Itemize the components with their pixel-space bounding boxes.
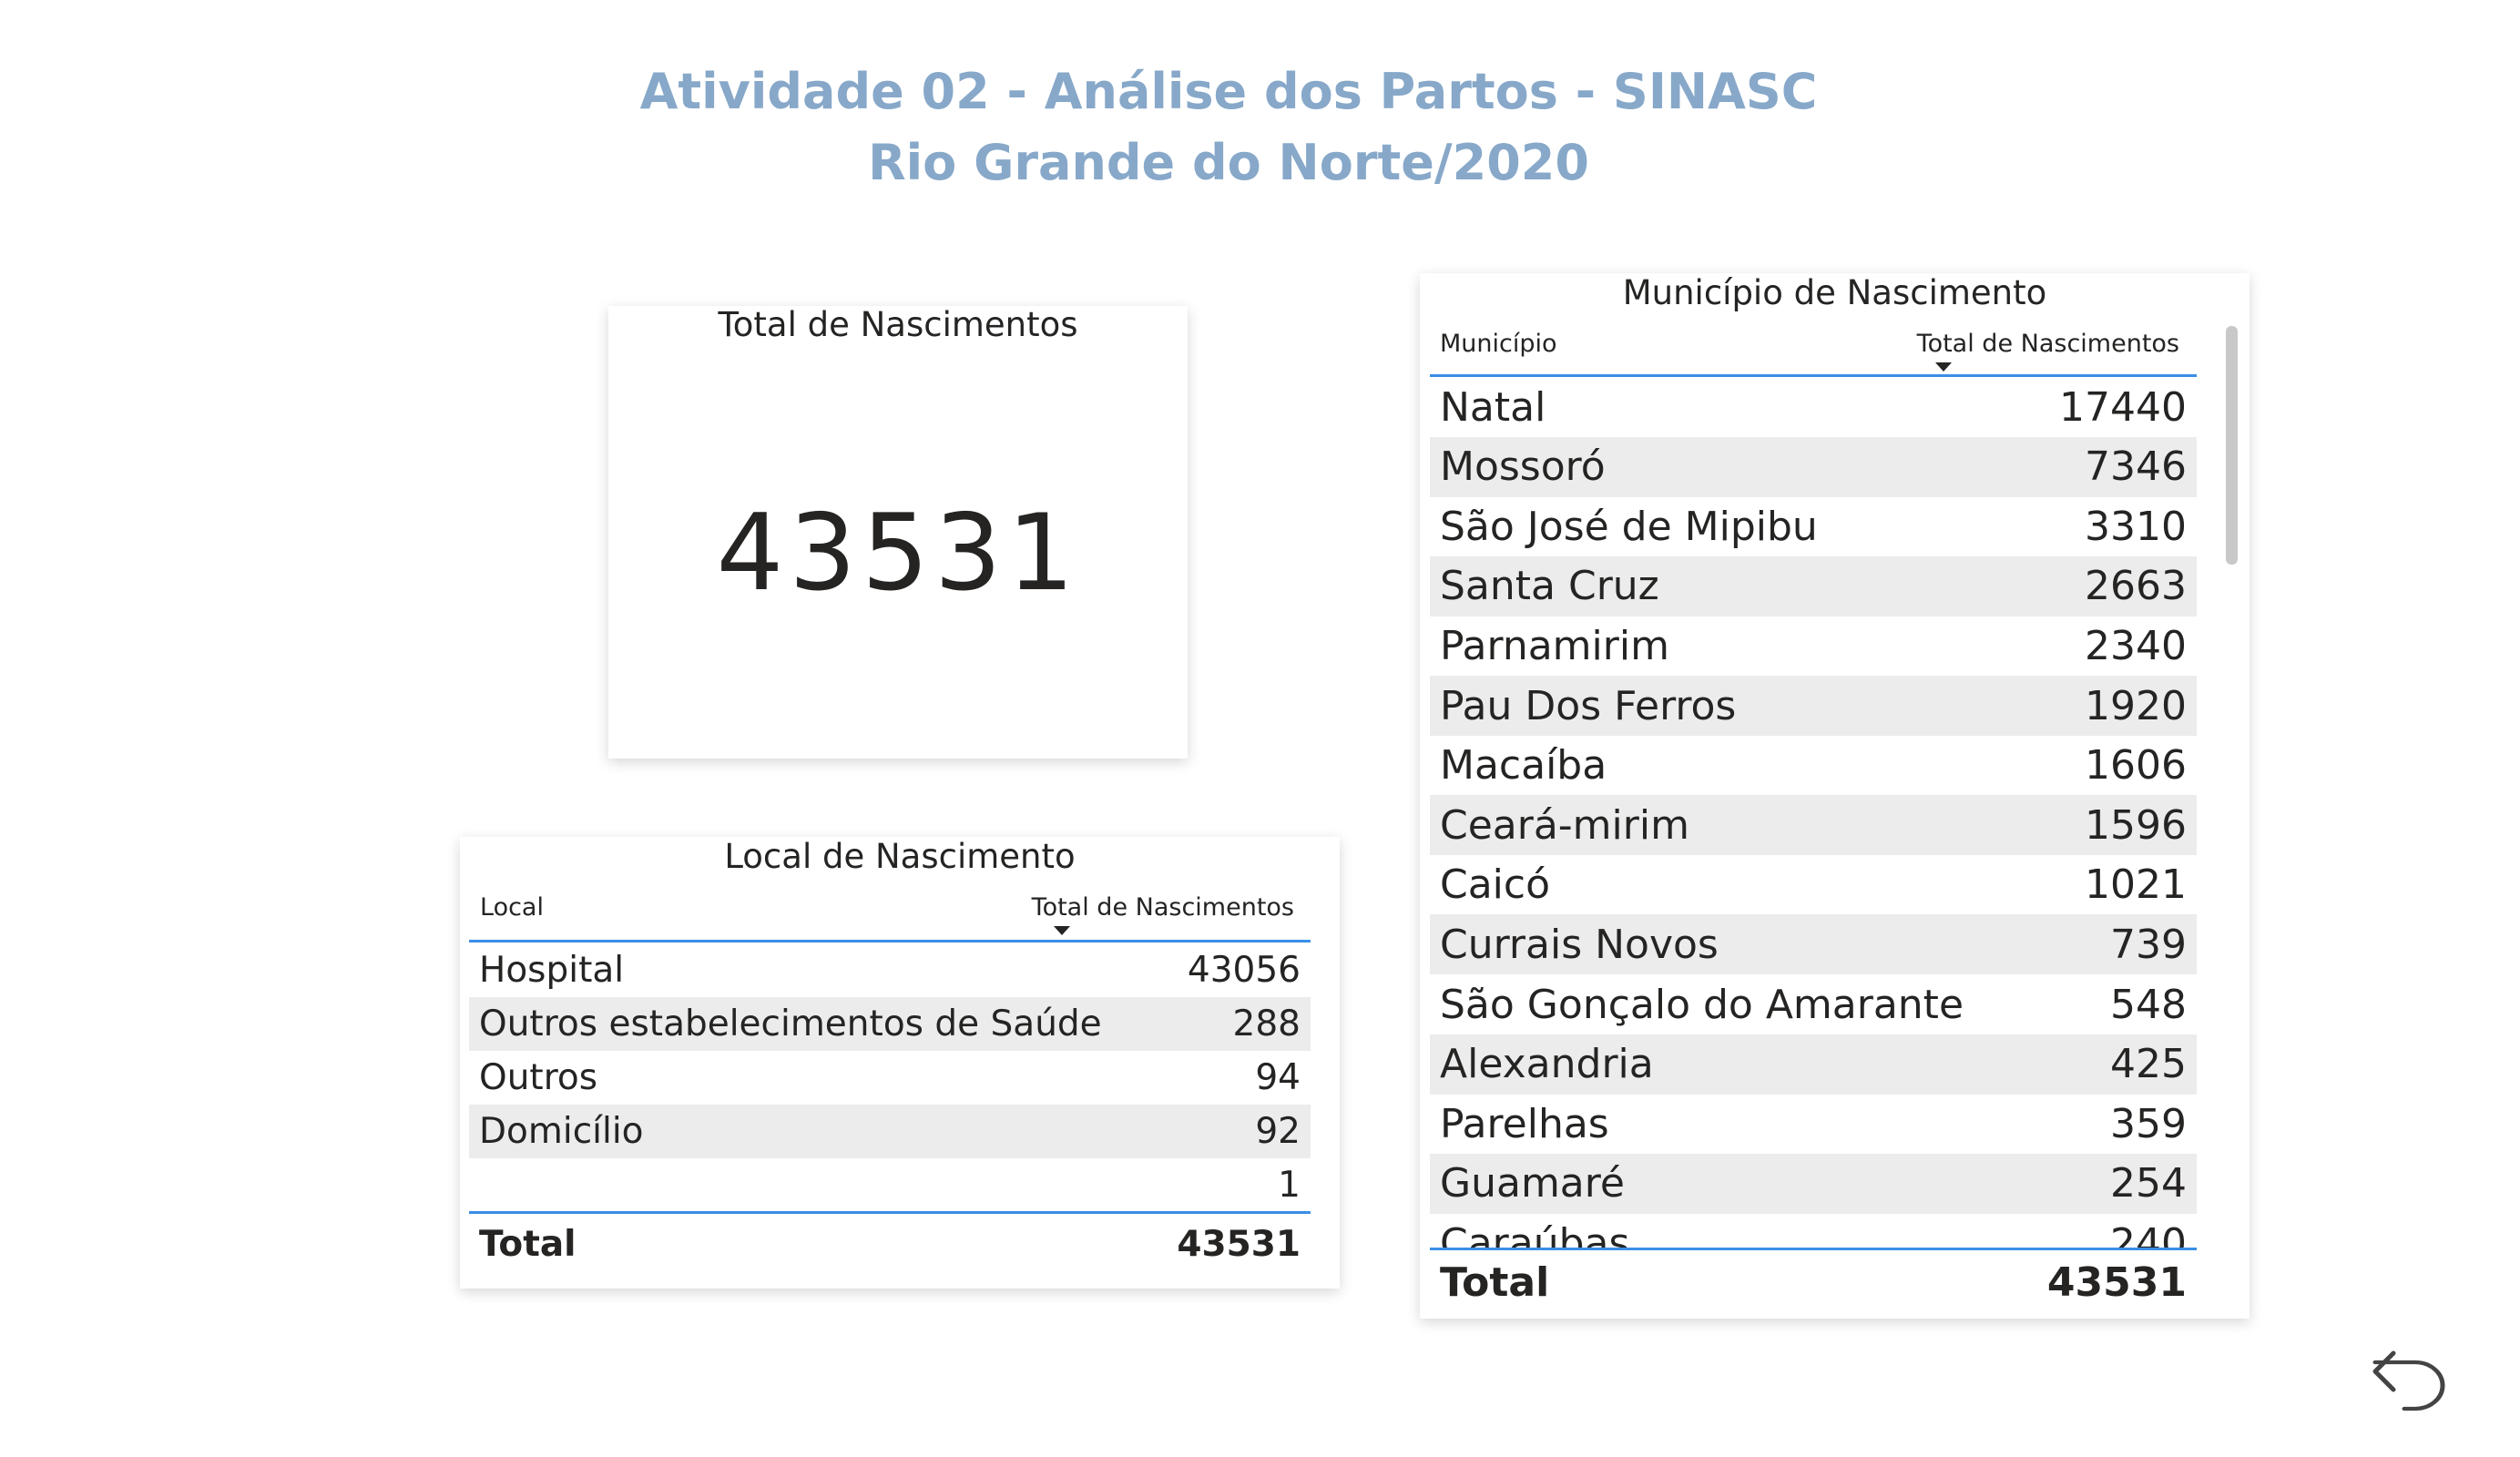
column-header-total[interactable]: Total de Nascimentos: [1032, 893, 1294, 922]
table-row[interactable]: 1: [469, 1158, 1311, 1212]
table-row[interactable]: Santa Cruz 2663: [1430, 555, 2197, 616]
column-header-total[interactable]: Total de Nascimentos: [1917, 330, 2179, 358]
total-label: Total: [479, 1224, 576, 1265]
row-label: Outros estabelecimentos de Saúde: [479, 1004, 1102, 1044]
sort-descending-icon[interactable]: [1054, 926, 1070, 935]
row-label: Caicó: [1440, 861, 1551, 909]
row-label: Currais Novos: [1440, 921, 1719, 968]
table-title: Local de Nascimento: [724, 837, 1076, 876]
row-value: 1021: [2085, 861, 2187, 909]
row-value: 92: [1255, 1111, 1301, 1152]
table-row[interactable]: Natal 17440: [1430, 377, 2197, 437]
row-label: Caraúbas: [1440, 1219, 1630, 1249]
report-title: Atividade 02 - Análise dos Partos - SINA…: [0, 56, 2520, 199]
table-row[interactable]: Parelhas 359: [1430, 1094, 2197, 1154]
row-label: Guamaré: [1440, 1160, 1625, 1207]
row-label: Parelhas: [1440, 1100, 1609, 1147]
table-municipio-nascimento[interactable]: Município de Nascimento Município Total …: [1420, 273, 2250, 1319]
total-row: Total 43531: [1430, 1252, 2197, 1312]
table-local-nascimento[interactable]: Local de Nascimento Local Total de Nasci…: [460, 837, 1340, 1289]
row-value: 359: [2110, 1100, 2187, 1147]
vertical-scrollbar[interactable]: [2226, 326, 2238, 565]
row-value: 7346: [2085, 443, 2187, 491]
row-value: 1: [1278, 1165, 1301, 1206]
table-row[interactable]: Mossoró 7346: [1430, 436, 2197, 497]
row-value: 3310: [2085, 503, 2187, 550]
row-label: Hospital: [479, 950, 625, 991]
table-row[interactable]: Pau Dos Ferros 1920: [1430, 676, 2197, 736]
total-divider: [1430, 1248, 2197, 1250]
row-value: 2340: [2085, 622, 2187, 669]
table-row[interactable]: Domicílio 92: [469, 1105, 1311, 1158]
sort-descending-icon[interactable]: [1935, 362, 1952, 372]
report-page: Atividade 02 - Análise dos Partos - SINA…: [0, 0, 2520, 1457]
table-row[interactable]: Ceará-mirim 1596: [1430, 795, 2197, 856]
column-header-local[interactable]: Local: [480, 893, 544, 922]
row-value: 1596: [2085, 801, 2187, 849]
row-label: Mossoró: [1440, 443, 1606, 491]
row-label: Santa Cruz: [1440, 563, 1659, 610]
table-row[interactable]: Parnamirim 2340: [1430, 616, 2197, 676]
row-label: São Gonçalo do Amarante: [1440, 981, 1964, 1028]
table-body: Natal 17440 Mossoró 7346 São José de Mipibu 3…: [1420, 376, 2250, 1249]
row-value: 94: [1255, 1057, 1301, 1098]
total-value: 43531: [1177, 1224, 1301, 1265]
row-value: 288: [1232, 1004, 1301, 1044]
row-label: Macaíba: [1440, 742, 1607, 790]
row-label: Parnamirim: [1440, 622, 1669, 669]
table-row[interactable]: Caicó 1021: [1430, 855, 2197, 915]
report-title-line1: Atividade 02 - Análise dos Partos - SINA…: [639, 63, 1818, 120]
row-label: Alexandria: [1440, 1041, 1654, 1088]
back-arrow-icon: [2372, 1350, 2445, 1411]
table-title: Município de Nascimento: [1622, 273, 2047, 312]
row-label: Ceará-mirim: [1440, 801, 1689, 849]
row-value: 17440: [2059, 383, 2187, 431]
table-row[interactable]: Caraúbas 240: [1430, 1213, 2197, 1249]
row-label: Domicílio: [479, 1111, 644, 1152]
table-row[interactable]: Macaíba 1606: [1430, 736, 2197, 796]
total-value: 43531: [2046, 1258, 2187, 1306]
row-value: 1606: [2085, 742, 2187, 790]
total-divider: [469, 1211, 1311, 1214]
table-row[interactable]: São José de Mipibu 3310: [1430, 496, 2197, 556]
table-row[interactable]: Outros estabelecimentos de Saúde 288: [469, 997, 1311, 1051]
row-value: 254: [2110, 1160, 2187, 1207]
row-value: 2663: [2085, 563, 2187, 610]
row-label: Natal: [1440, 383, 1546, 431]
column-header-municipio[interactable]: Município: [1440, 330, 1557, 358]
table-row[interactable]: Outros 94: [469, 1051, 1311, 1105]
row-value: 240: [2110, 1219, 2187, 1249]
row-value: 43056: [1187, 950, 1301, 991]
report-title-line2: Rio Grande do Norte/2020: [868, 134, 1589, 191]
table-row[interactable]: Hospital 43056: [469, 943, 1311, 997]
total-label: Total: [1440, 1258, 1550, 1306]
table-row[interactable]: Alexandria 425: [1430, 1034, 2197, 1095]
row-value: 425: [2110, 1041, 2187, 1088]
row-value: 739: [2110, 921, 2187, 968]
table-row[interactable]: Currais Novos 739: [1430, 914, 2197, 975]
row-label: São José de Mipibu: [1440, 503, 1818, 550]
row-label: Outros: [479, 1057, 598, 1098]
table-row[interactable]: São Gonçalo do Amarante 548: [1430, 974, 2197, 1034]
back-button[interactable]: [2368, 1335, 2455, 1422]
table-row[interactable]: Guamaré 254: [1430, 1153, 2197, 1214]
header-divider: [469, 940, 1311, 942]
row-label: Pau Dos Ferros: [1440, 682, 1737, 729]
total-row: Total 43531: [469, 1218, 1311, 1271]
row-value: 1920: [2085, 682, 2187, 729]
row-value: 548: [2110, 981, 2187, 1028]
